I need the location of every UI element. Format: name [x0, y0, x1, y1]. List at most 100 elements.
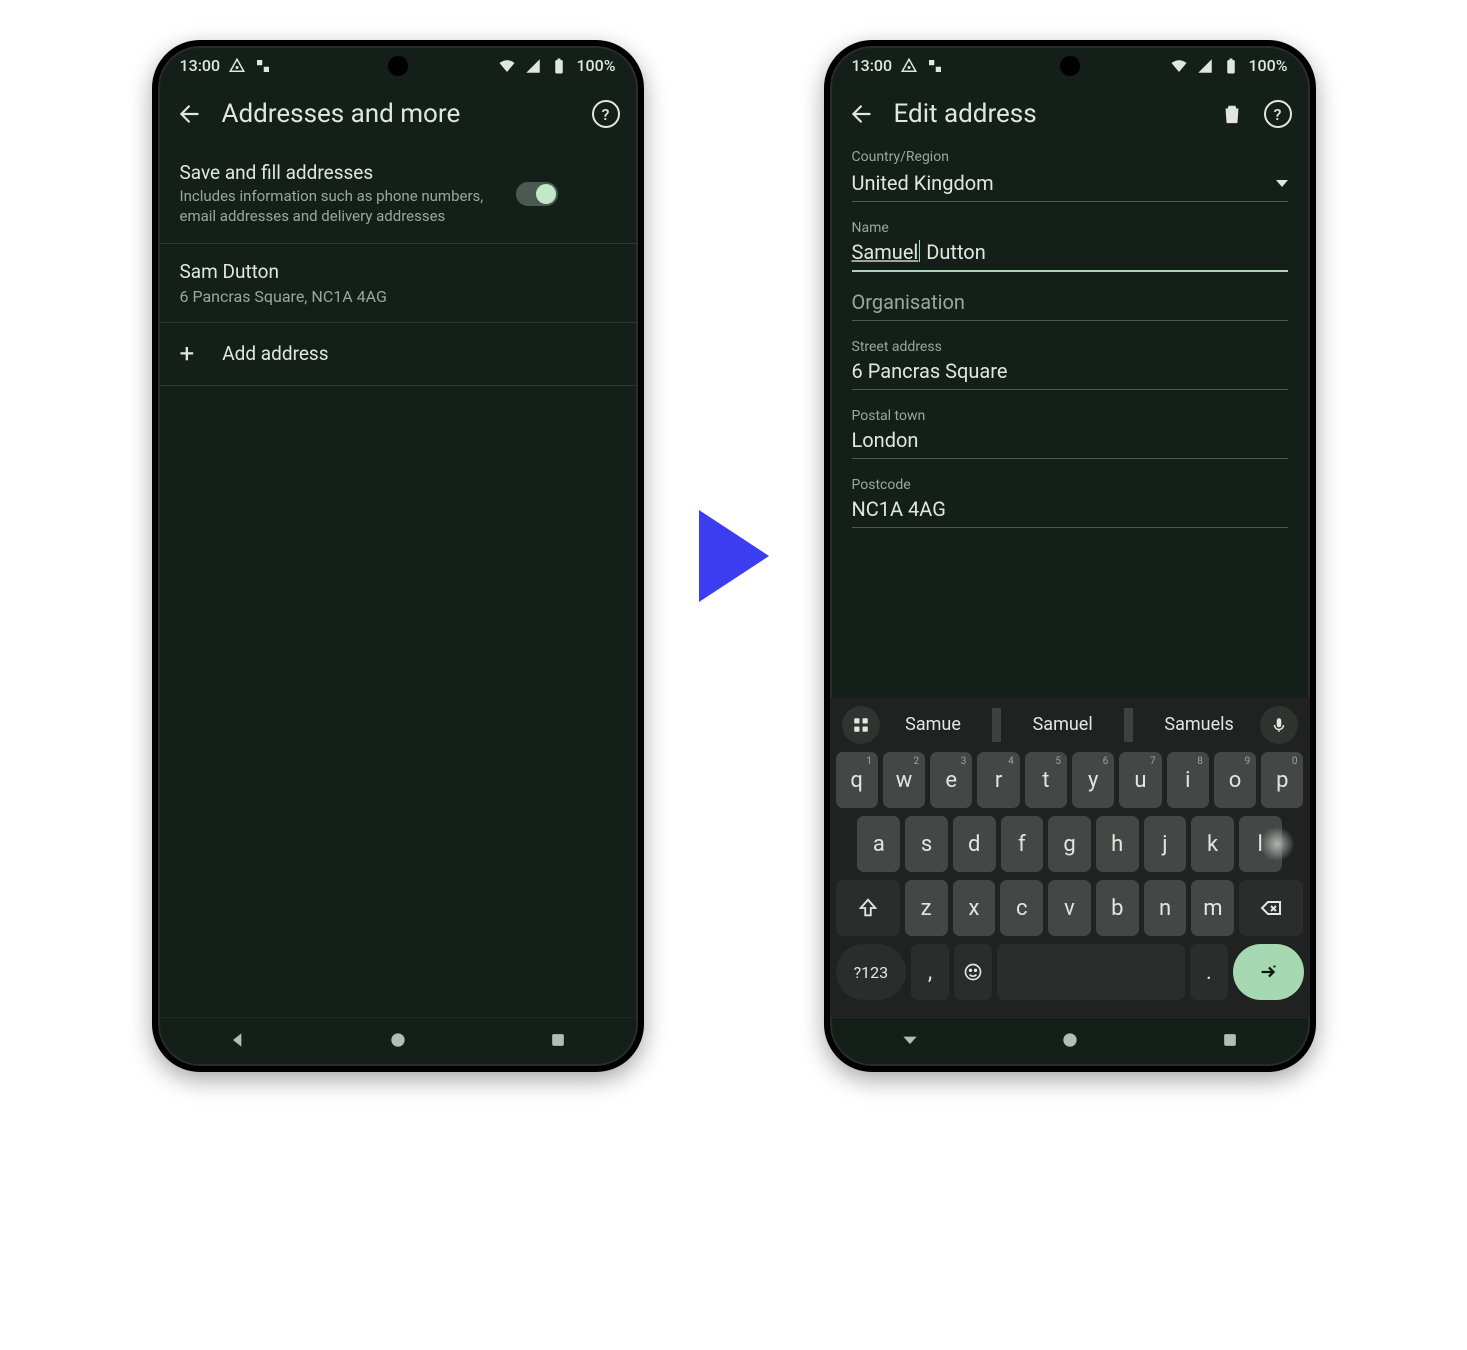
key-v[interactable]: v — [1048, 880, 1091, 936]
postcode-field[interactable]: Postcode NC1A 4AG — [852, 477, 1288, 528]
keyboard-row-3: zxcvbnm — [836, 880, 1304, 936]
key-j[interactable]: j — [1144, 816, 1187, 872]
address-entry[interactable]: Sam Dutton 6 Pancras Square, NC1A 4AG — [158, 244, 638, 323]
key-f[interactable]: f — [1001, 816, 1044, 872]
nav-recent[interactable] — [1220, 1030, 1240, 1054]
camera-notch — [388, 56, 408, 76]
battery-pct: 100% — [1248, 56, 1287, 75]
organisation-placeholder: Organisation — [852, 290, 1288, 320]
battery-icon — [550, 57, 568, 75]
add-address-button[interactable]: + Add address — [158, 323, 638, 386]
street-label: Street address — [852, 339, 1288, 355]
postcode-label: Postcode — [852, 477, 1288, 493]
chevron-down-icon — [1276, 180, 1288, 187]
key-t[interactable]: t5 — [1025, 752, 1067, 808]
help-button[interactable]: ? — [1264, 100, 1292, 128]
key-e[interactable]: e3 — [930, 752, 972, 808]
nav-recent[interactable] — [548, 1030, 568, 1054]
save-fill-switch[interactable] — [516, 182, 558, 206]
add-address-label: Add address — [222, 342, 328, 365]
key-s[interactable]: s — [905, 816, 948, 872]
suggestion-2[interactable]: Samuel — [1029, 708, 1097, 742]
key-z[interactable]: z — [905, 880, 948, 936]
key-i[interactable]: i8 — [1167, 752, 1209, 808]
key-o[interactable]: o9 — [1214, 752, 1256, 808]
key-h[interactable]: h — [1096, 816, 1139, 872]
key-g[interactable]: g — [1048, 816, 1091, 872]
nav-keyboard-hide[interactable] — [900, 1030, 920, 1054]
organisation-field[interactable]: Organisation — [852, 290, 1288, 321]
battery-icon — [1222, 57, 1240, 75]
town-value: London — [852, 428, 1288, 458]
delete-button[interactable] — [1218, 100, 1246, 128]
page-title: Addresses and more — [222, 99, 574, 129]
wifi-icon — [1170, 57, 1188, 75]
phone-edit-address: 13:00 100% Edit address ? Count — [824, 40, 1316, 1072]
plus-icon: + — [180, 341, 195, 367]
street-field[interactable]: Street address 6 Pancras Square — [852, 339, 1288, 390]
back-button[interactable] — [176, 100, 204, 128]
suggestion-1[interactable]: Samue — [901, 708, 965, 742]
key-d[interactable]: d — [953, 816, 996, 872]
key-m[interactable]: m — [1191, 880, 1234, 936]
setting-desc: Includes information such as phone numbe… — [180, 186, 500, 227]
nav-home[interactable] — [388, 1030, 408, 1054]
keyboard-row-2: asdfghjkl — [836, 816, 1304, 872]
key-x[interactable]: x — [953, 880, 996, 936]
entry-name: Sam Dutton — [180, 260, 616, 283]
space-key[interactable] — [997, 944, 1186, 1000]
phone-addresses-list: 13:00 100% Addresses and more ? Save and… — [152, 40, 644, 1072]
key-p[interactable]: p0 — [1261, 752, 1303, 808]
key-l[interactable]: l — [1239, 816, 1282, 872]
entry-address: 6 Pancras Square, NC1A 4AG — [180, 287, 616, 306]
name-value: Samuel Dutton — [852, 240, 1288, 270]
back-button[interactable] — [848, 100, 876, 128]
key-b[interactable]: b — [1096, 880, 1139, 936]
key-n[interactable]: n — [1144, 880, 1187, 936]
town-field[interactable]: Postal town London — [852, 408, 1288, 459]
country-label: Country/Region — [852, 149, 1288, 165]
key-w[interactable]: w2 — [883, 752, 925, 808]
voice-input-icon[interactable] — [1260, 706, 1298, 744]
enter-key[interactable] — [1233, 944, 1304, 1000]
keyboard-menu-icon[interactable] — [842, 706, 880, 744]
wifi-icon — [498, 57, 516, 75]
key-u[interactable]: u7 — [1119, 752, 1161, 808]
key-y[interactable]: y6 — [1072, 752, 1114, 808]
signal-icon — [524, 57, 542, 75]
help-button[interactable]: ? — [592, 100, 620, 128]
shift-key[interactable] — [836, 880, 900, 936]
status-time: 13:00 — [852, 56, 893, 75]
keyboard-row-1: q1w2e3r4t5y6u7i8o9p0 — [836, 752, 1304, 808]
country-value: United Kingdom — [852, 171, 994, 195]
numeric-key[interactable]: ?123 — [836, 944, 907, 1000]
setting-title: Save and fill addresses — [180, 161, 500, 184]
suggestion-3[interactable]: Samuels — [1160, 708, 1237, 742]
signal-icon — [1196, 57, 1214, 75]
period-key[interactable]: . — [1190, 944, 1228, 1000]
key-k[interactable]: k — [1191, 816, 1234, 872]
nav-home[interactable] — [1060, 1030, 1080, 1054]
key-a[interactable]: a — [857, 816, 900, 872]
android-nav-bar — [158, 1017, 638, 1066]
status-icon-a — [228, 57, 246, 75]
suggestion-bar: Samue Samuel Samuels — [836, 706, 1304, 752]
country-select[interactable]: Country/Region United Kingdom — [852, 149, 1288, 202]
key-c[interactable]: c — [1000, 880, 1043, 936]
comma-key[interactable]: , — [911, 944, 949, 1000]
keyboard: Samue Samuel Samuels q1w2e3r4t5y6u7i8o9p… — [830, 698, 1310, 1018]
key-r[interactable]: r4 — [977, 752, 1019, 808]
key-q[interactable]: q1 — [836, 752, 878, 808]
status-icon-a — [900, 57, 918, 75]
name-field[interactable]: Name Samuel Dutton — [852, 220, 1288, 272]
street-value: 6 Pancras Square — [852, 359, 1288, 389]
status-icon-b — [254, 57, 272, 75]
nav-back[interactable] — [228, 1030, 248, 1054]
save-fill-toggle-row[interactable]: Save and fill addresses Includes informa… — [158, 145, 638, 244]
emoji-key[interactable] — [954, 944, 992, 1000]
backspace-key[interactable] — [1239, 880, 1303, 936]
app-bar: Edit address ? — [830, 79, 1310, 145]
camera-notch — [1060, 56, 1080, 76]
address-form: Country/Region United Kingdom Name Samue… — [830, 145, 1310, 528]
page-title: Edit address — [894, 99, 1200, 129]
